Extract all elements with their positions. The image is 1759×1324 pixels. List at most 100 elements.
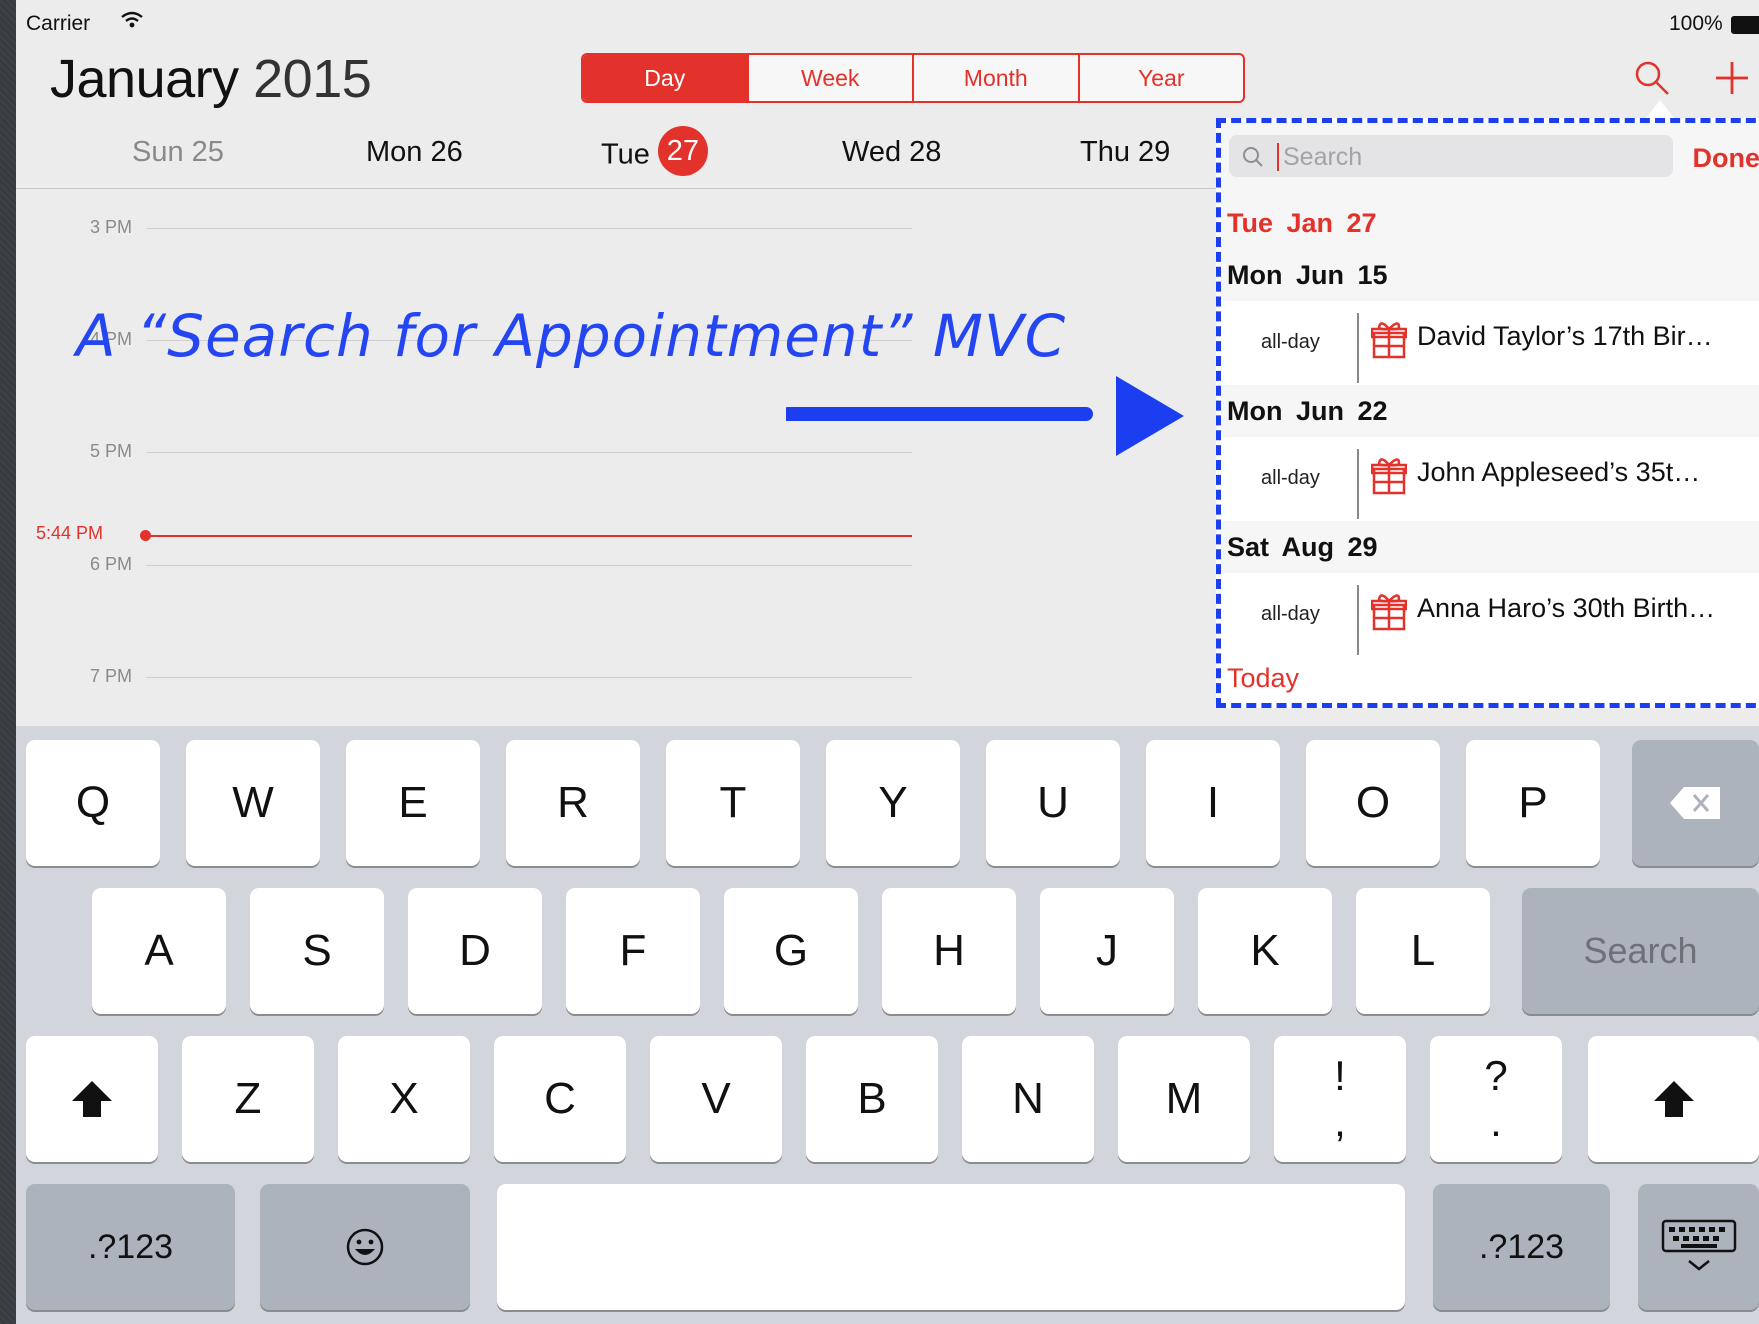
key-x[interactable]: X xyxy=(338,1036,470,1162)
key-s[interactable]: S xyxy=(250,888,384,1014)
today-badge: 27 xyxy=(657,126,708,176)
all-day-label: all-day xyxy=(1261,467,1320,489)
month-label: January xyxy=(50,49,239,109)
battery-percent: 100% xyxy=(1669,12,1723,35)
add-event-icon[interactable] xyxy=(1710,56,1754,100)
keyboard-dismiss-icon xyxy=(1661,1219,1736,1271)
key-q[interactable]: Q xyxy=(26,740,160,866)
emoji-icon xyxy=(346,1228,384,1266)
section-header: Mon Jun 15 xyxy=(1221,249,1759,302)
annotation-arrow-icon xyxy=(786,376,1184,456)
done-button[interactable]: Done xyxy=(1693,143,1759,174)
event-row[interactable]: all-day John Appleseed’s 35t… xyxy=(1221,437,1759,521)
key-d[interactable]: D xyxy=(408,888,542,1014)
day-thu-29[interactable]: Thu 29 xyxy=(1080,136,1170,169)
day-wed-28[interactable]: Wed 28 xyxy=(842,136,941,169)
key-i[interactable]: I xyxy=(1146,740,1280,866)
tab-month[interactable]: Month xyxy=(914,55,1080,101)
day-tue-27[interactable]: Tue 27 xyxy=(601,126,708,176)
numbers-key[interactable]: .?123 xyxy=(26,1184,235,1310)
gift-icon xyxy=(1371,594,1407,631)
wifi-icon xyxy=(121,11,143,28)
space-bar[interactable] xyxy=(497,1184,1405,1310)
key-u[interactable]: U xyxy=(986,740,1120,866)
key-o[interactable]: O xyxy=(1306,740,1440,866)
current-time-label: 5:44 PM xyxy=(36,523,104,543)
key-bottom-char: . xyxy=(1490,1098,1502,1145)
key-exclaim-comma[interactable]: ! , xyxy=(1274,1036,1406,1162)
search-field xyxy=(1229,135,1673,177)
key-l[interactable]: L xyxy=(1356,888,1490,1014)
event-divider xyxy=(1357,449,1359,519)
backspace-icon xyxy=(1669,787,1720,819)
view-segmented-control: Day Week Month Year xyxy=(581,53,1245,103)
day-sun-25[interactable]: Sun 25 xyxy=(132,136,224,169)
key-c[interactable]: C xyxy=(494,1036,626,1162)
key-r[interactable]: R xyxy=(506,740,640,866)
event-row[interactable]: all-day Anna Haro’s 30th Birth… xyxy=(1221,573,1759,657)
hour-label: 6 PM xyxy=(89,554,132,574)
delete-key[interactable] xyxy=(1632,740,1759,866)
numbers-key-right[interactable]: .?123 xyxy=(1433,1184,1610,1310)
page-title: January 2015 xyxy=(50,48,372,110)
key-top-char: ? xyxy=(1484,1052,1508,1099)
tab-year[interactable]: Year xyxy=(1080,55,1244,101)
shift-key[interactable] xyxy=(26,1036,158,1162)
current-date-label: Tue Jan 27 xyxy=(1227,208,1377,238)
tab-week[interactable]: Week xyxy=(749,55,914,101)
day-label: Tue xyxy=(601,138,650,171)
tab-day[interactable]: Day xyxy=(583,55,749,101)
slide-annotation: A “Search for Appointment” MVC xyxy=(76,302,1067,370)
magnifier-icon xyxy=(1243,147,1263,167)
search-input[interactable] xyxy=(1281,139,1665,175)
key-a[interactable]: A xyxy=(92,888,226,1014)
key-e[interactable]: E xyxy=(346,740,480,866)
dismiss-keyboard-key[interactable] xyxy=(1638,1184,1759,1310)
key-n[interactable]: N xyxy=(962,1036,1094,1162)
key-t[interactable]: T xyxy=(666,740,800,866)
hour-label: 5 PM xyxy=(89,441,132,461)
carrier-label: Carrier xyxy=(26,12,91,35)
day-mon-26[interactable]: Mon 26 xyxy=(366,136,463,169)
key-j[interactable]: J xyxy=(1040,888,1174,1014)
all-day-label: all-day xyxy=(1261,603,1320,625)
key-f[interactable]: F xyxy=(566,888,700,1014)
today-button[interactable]: Today xyxy=(1227,663,1299,694)
key-y[interactable]: Y xyxy=(826,740,960,866)
section-date: Mon Jun 15 xyxy=(1227,260,1388,290)
hour-label: 3 PM xyxy=(89,217,132,237)
text-cursor xyxy=(1277,143,1279,171)
key-b[interactable]: B xyxy=(806,1036,938,1162)
key-h[interactable]: H xyxy=(882,888,1016,1014)
event-divider xyxy=(1357,585,1359,655)
key-w[interactable]: W xyxy=(186,740,320,866)
search-popover: Done Tue Jan 27 Mon Jun 15 all-day David… xyxy=(1216,118,1759,708)
event-row[interactable]: all-day David Taylor’s 17th Bir… xyxy=(1221,301,1759,385)
key-k[interactable]: K xyxy=(1198,888,1332,1014)
shift-icon xyxy=(1653,1081,1694,1117)
search-key[interactable]: Search xyxy=(1522,888,1759,1014)
ipad-screen: Carrier 100% January 2015 Day Week Month… xyxy=(16,0,1759,1324)
shift-key-right[interactable] xyxy=(1588,1036,1759,1162)
key-question-period[interactable]: ? . xyxy=(1430,1036,1562,1162)
key-z[interactable]: Z xyxy=(182,1036,314,1162)
on-screen-keyboard: Q W E R T Y U I O P A S D F G H J K L Se… xyxy=(16,726,1759,1324)
current-time-indicator: 5:44 PM xyxy=(36,523,912,543)
key-m[interactable]: M xyxy=(1118,1036,1250,1162)
current-time-line xyxy=(146,535,912,537)
event-title: David Taylor’s 17th Bir… xyxy=(1417,321,1713,351)
key-g[interactable]: G xyxy=(724,888,858,1014)
key-v[interactable]: V xyxy=(650,1036,782,1162)
emoji-key[interactable] xyxy=(260,1184,470,1310)
key-p[interactable]: P xyxy=(1466,740,1600,866)
popover-arrow xyxy=(1646,100,1674,118)
section-date: Sat Aug 29 xyxy=(1227,532,1378,562)
event-divider xyxy=(1357,313,1359,383)
section-header: Sat Aug 29 xyxy=(1221,521,1759,574)
shift-icon xyxy=(72,1081,112,1117)
hour-row: 7 PM xyxy=(36,666,912,686)
key-bottom-char: , xyxy=(1334,1098,1346,1145)
all-day-label: all-day xyxy=(1261,331,1320,353)
battery-icon xyxy=(1731,16,1759,34)
search-icon[interactable] xyxy=(1632,58,1672,98)
